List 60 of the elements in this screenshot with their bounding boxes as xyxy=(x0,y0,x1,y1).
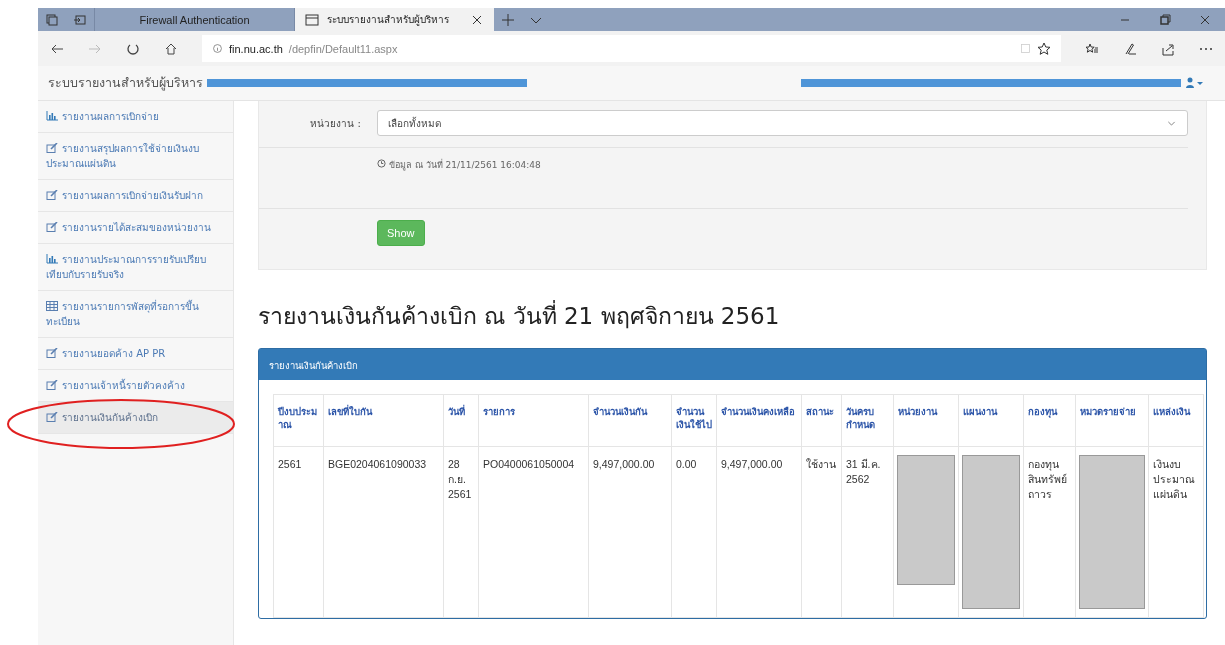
favorites-icon[interactable] xyxy=(1085,41,1099,56)
column-header: แผนงาน xyxy=(958,394,1024,447)
tab-actions-icon[interactable] xyxy=(45,12,59,27)
edit-icon xyxy=(46,412,58,422)
user-icon[interactable] xyxy=(1185,77,1205,89)
clock-icon xyxy=(377,159,386,168)
column-header: หมวดรายจ่าย xyxy=(1075,394,1149,447)
report-heading: รายงานเงินกันค้างเบิก ณ วันที่ 21 พฤศจิกายน 2561 xyxy=(258,298,1207,334)
show-button[interactable]: Show xyxy=(377,220,425,246)
column-header: หน่วยงาน xyxy=(893,394,959,447)
column-header: วันที่ xyxy=(443,394,479,447)
column-header: สถานะ xyxy=(801,394,842,447)
table-cell: 9,497,000.00 xyxy=(716,446,802,618)
column-header: รายการ xyxy=(478,394,589,447)
info-icon xyxy=(212,43,223,54)
bar-chart-icon xyxy=(46,254,58,264)
table-cell: 28 ก.ย. 2561 xyxy=(443,446,479,618)
star-icon[interactable] xyxy=(1037,41,1051,56)
table-cell: 9,497,000.00 xyxy=(588,446,672,618)
column-header: เลขที่ใบกัน xyxy=(323,394,444,447)
pen-icon[interactable] xyxy=(1123,41,1137,56)
restore-icon[interactable] xyxy=(1158,12,1172,27)
app-title: ระบบรายงานสำหรับผู้บริหาร xyxy=(48,74,203,93)
table-cell: 0.00 xyxy=(671,446,717,618)
field-label: หน่วยงาน : xyxy=(309,116,362,131)
edit-icon xyxy=(46,348,58,358)
column-header: จำนวนเงินคงเหลือ xyxy=(716,394,802,447)
table-cell: ใช้งาน xyxy=(801,446,842,618)
unit-select[interactable]: เลือกทั้งหมด xyxy=(377,110,1188,136)
url-path: /depfin/Default11.aspx xyxy=(288,42,398,55)
tab-title: ระบบรายงานสำหรับผู้บริหาร xyxy=(327,13,450,27)
address-field[interactable]: fin.nu.ac.th /depfin/Default11.aspx xyxy=(202,35,1061,62)
edit-icon xyxy=(46,143,58,153)
timestamp-text: ข้อมูล ณ วันที่ 21/11/2561 16:04:48 xyxy=(389,158,541,172)
table-cell: BGE0204061090033 xyxy=(323,446,444,618)
edit-icon xyxy=(46,222,58,232)
sidebar-item[interactable]: รายงานเงินกันค้างเบิก xyxy=(38,402,233,434)
column-header: ปีงบประมาณ xyxy=(273,394,324,447)
page-icon xyxy=(305,12,319,27)
url-host: fin.nu.ac.th xyxy=(229,42,283,55)
column-header: กองทุน xyxy=(1023,394,1076,447)
share-icon[interactable] xyxy=(1161,41,1175,56)
column-header: จำนวนเงินใช้ไป xyxy=(671,394,717,447)
browser-tab[interactable]: ระบบรายงานสำหรับผู้บริหาร xyxy=(294,8,494,31)
bar-chart-icon xyxy=(46,111,58,121)
column-header: แหล่งเงิน xyxy=(1148,394,1204,447)
set-aside-tabs-icon[interactable] xyxy=(73,12,87,27)
table-cell: PO0400061050004 xyxy=(478,446,589,618)
table-cell: 2561 xyxy=(273,446,324,618)
column-header: วันครบกำหนด xyxy=(841,394,894,447)
tab-title: Firewall Authentication xyxy=(138,13,251,26)
home-icon[interactable] xyxy=(164,41,178,56)
table-cell: 31 มี.ค. 2562 xyxy=(841,446,894,618)
edit-icon xyxy=(46,190,58,200)
panel-title: รายงานเงินกันค้างเบิก xyxy=(269,360,358,371)
table-cell: กองทุนสินทรัพย์ถาวร xyxy=(1023,446,1076,618)
column-header: จำนวนเงินกัน xyxy=(588,394,672,447)
table-icon xyxy=(46,301,58,311)
table-cell: เงินงบประมาณแผ่นดิน xyxy=(1148,446,1204,618)
edit-icon xyxy=(46,380,58,390)
